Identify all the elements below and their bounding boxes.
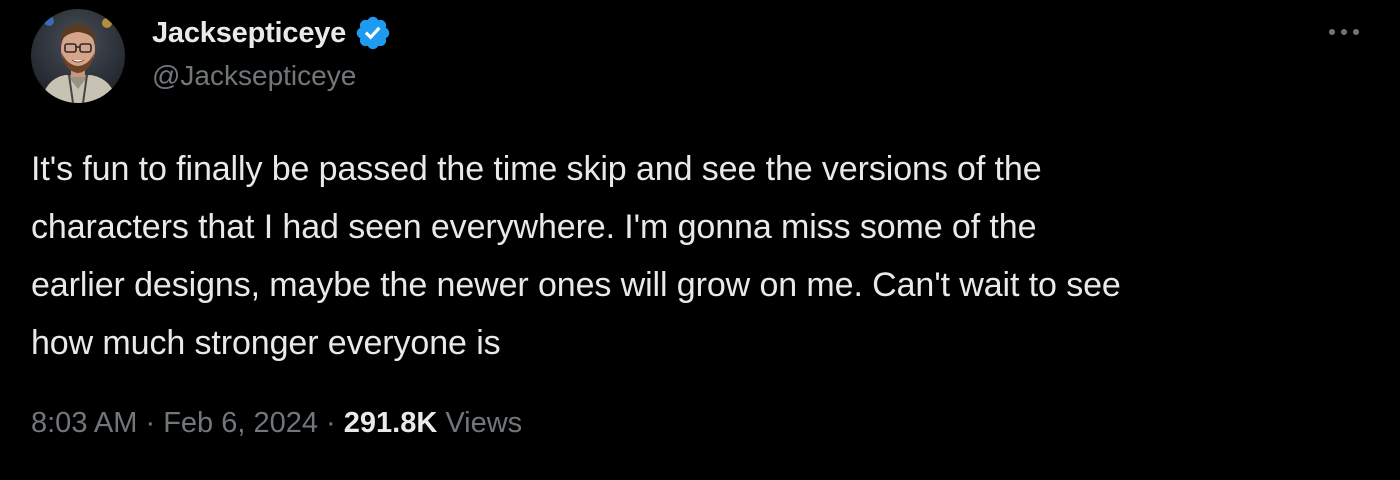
views-label: Views [437, 406, 523, 439]
views-count: 291.8K [343, 406, 438, 439]
tweet-time[interactable]: 8:03 AM [31, 407, 137, 440]
more-horizontal-icon[interactable] [1322, 20, 1366, 44]
author-display-name[interactable]: Jacksepticeye [152, 17, 346, 50]
tweet-meta: 8:03 AM · Feb 6, 2024 · 291.8K Views [31, 400, 522, 446]
tweet-text: It's fun to finally be passed the time s… [31, 150, 1121, 362]
author-name-row: Jacksepticeye [152, 13, 392, 53]
tweet-date[interactable]: Feb 6, 2024 [163, 407, 318, 440]
meta-separator: · [317, 406, 344, 439]
verified-badge-icon[interactable] [354, 14, 392, 52]
meta-separator: · [137, 406, 164, 439]
tweet-card: Jacksepticeye @Jacksepticeye It's fun to… [0, 0, 1400, 480]
author-handle[interactable]: @Jacksepticeye [152, 60, 356, 92]
user-avatar-icon[interactable] [31, 9, 125, 103]
